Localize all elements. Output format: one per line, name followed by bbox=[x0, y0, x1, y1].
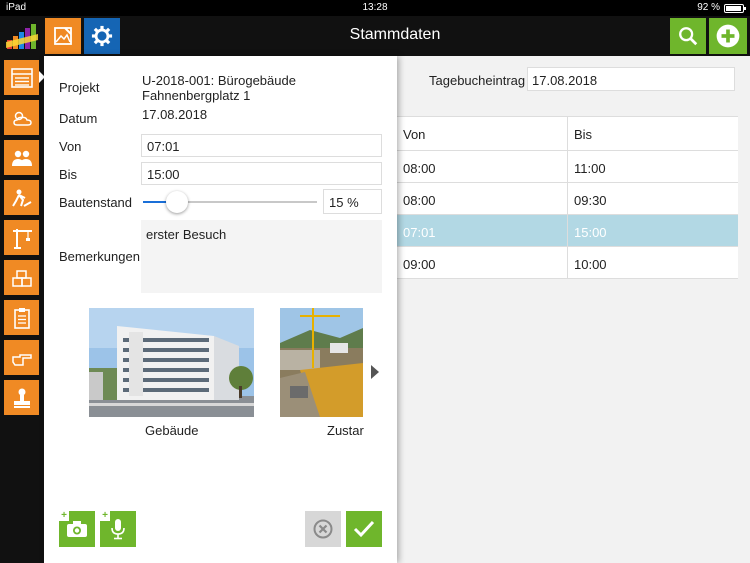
search-button[interactable] bbox=[670, 18, 706, 54]
sidebar-item-notes[interactable] bbox=[4, 300, 39, 335]
confirm-button[interactable] bbox=[346, 511, 382, 547]
add-audio-button[interactable]: + bbox=[100, 511, 136, 547]
crane-icon bbox=[12, 228, 32, 249]
table-row[interactable]: 08:00 09:30 bbox=[397, 183, 738, 215]
building-photo bbox=[89, 308, 254, 417]
stamp-icon bbox=[13, 388, 30, 408]
projekt-value: U-2018-001: Bürogebäude Fahnenbergplatz … bbox=[142, 73, 296, 103]
table-row[interactable]: 08:00 11:00 bbox=[397, 151, 738, 183]
bemerkungen-label: Bemerkungen bbox=[59, 249, 140, 264]
battery-percent: 92 % bbox=[697, 2, 720, 13]
people-icon bbox=[11, 150, 32, 166]
bis-label: Bis bbox=[59, 167, 78, 182]
clipboard-icon bbox=[13, 307, 30, 329]
sidebar-item-workers[interactable] bbox=[4, 180, 39, 215]
add-button[interactable] bbox=[709, 18, 747, 54]
add-photo-button[interactable]: + bbox=[59, 511, 95, 547]
status-bar: iPad 13:28 92 % bbox=[0, 0, 750, 16]
plus-icon: + bbox=[59, 511, 69, 521]
von-input[interactable]: 07:01 bbox=[141, 134, 382, 157]
pointing-hand-icon bbox=[11, 353, 32, 366]
entry-date-field[interactable]: 17.08.2018 bbox=[527, 67, 735, 91]
stammdaten-panel: Projekt U-2018-001: Bürogebäude Fahnenbe… bbox=[44, 56, 397, 563]
table-header: Von Bis bbox=[397, 117, 738, 151]
cell-bis: 11:00 bbox=[574, 161, 606, 176]
top-bar: Stammdaten bbox=[0, 16, 750, 56]
sidebar-item-stammdaten[interactable] bbox=[4, 60, 45, 95]
cell-bis: 09:30 bbox=[574, 193, 607, 208]
cell-von: 09:00 bbox=[397, 247, 568, 278]
materials-icon bbox=[11, 269, 32, 287]
next-photo-arrow-icon[interactable] bbox=[371, 365, 379, 379]
sidebar-item-equipment[interactable] bbox=[4, 220, 39, 255]
bautenstand-label: Bautenstand bbox=[59, 195, 133, 210]
cell-bis: 15:00 bbox=[574, 225, 607, 240]
column-header-bis: Bis bbox=[574, 127, 593, 142]
add-icon bbox=[716, 24, 740, 48]
checkmark-icon bbox=[353, 520, 375, 538]
search-icon bbox=[679, 27, 698, 46]
diary-entry-view: Tagebucheintrag 17.08.2018 Von Bis 08:00… bbox=[397, 56, 750, 563]
sidebar-item-instructions[interactable] bbox=[4, 340, 39, 375]
bemerkungen-textarea[interactable]: erster Besuch bbox=[141, 220, 382, 293]
cancel-button[interactable] bbox=[305, 511, 341, 547]
datum-label: Datum bbox=[59, 111, 98, 126]
projekt-value-line1: U-2018-001: Bürogebäude bbox=[142, 73, 296, 88]
weather-icon bbox=[12, 111, 32, 126]
sidebar-item-materials[interactable] bbox=[4, 260, 39, 295]
photo-gebaeude[interactable] bbox=[89, 308, 254, 417]
plus-icon: + bbox=[100, 511, 110, 521]
close-circle-icon bbox=[313, 519, 333, 539]
photo-zustand[interactable] bbox=[280, 308, 363, 417]
list-icon bbox=[10, 67, 33, 88]
microphone-icon bbox=[111, 519, 125, 540]
worker-icon bbox=[11, 189, 31, 207]
bautenstand-percent-input[interactable]: 15 % bbox=[323, 189, 382, 214]
construction-photo bbox=[280, 308, 363, 417]
von-label: Von bbox=[59, 139, 82, 154]
battery-icon bbox=[724, 4, 746, 13]
column-header-von: Von bbox=[397, 117, 568, 150]
time-table: Von Bis 08:00 11:00 08:00 09:30 07:01 15… bbox=[397, 116, 738, 279]
camera-icon bbox=[67, 521, 87, 537]
photo-caption: Zustar bbox=[327, 423, 364, 438]
bis-input[interactable]: 15:00 bbox=[141, 162, 382, 185]
table-row[interactable]: 09:00 10:00 bbox=[397, 247, 738, 279]
projekt-value-line2: Fahnenbergplatz 1 bbox=[142, 88, 251, 103]
cell-von: 08:00 bbox=[397, 183, 568, 214]
bautenstand-slider[interactable] bbox=[143, 191, 317, 213]
sidebar bbox=[0, 56, 45, 563]
entry-label: Tagebucheintrag bbox=[429, 73, 526, 88]
cell-von: 08:00 bbox=[397, 151, 568, 182]
cell-von: 07:01 bbox=[397, 215, 568, 246]
projekt-label: Projekt bbox=[59, 80, 100, 95]
slider-thumb[interactable] bbox=[165, 191, 188, 213]
photo-caption: Gebäude bbox=[145, 423, 199, 438]
sidebar-item-weather[interactable] bbox=[4, 100, 39, 135]
cell-bis: 10:00 bbox=[574, 257, 607, 272]
bottom-spacer bbox=[397, 516, 738, 563]
sidebar-item-approval[interactable] bbox=[4, 380, 39, 415]
datum-value: 17.08.2018 bbox=[142, 107, 208, 122]
table-row-selected[interactable]: 07:01 15:00 bbox=[397, 215, 738, 247]
sidebar-item-people[interactable] bbox=[4, 140, 39, 175]
clock: 13:28 bbox=[362, 2, 388, 13]
page-title: Stammdaten bbox=[349, 26, 441, 43]
